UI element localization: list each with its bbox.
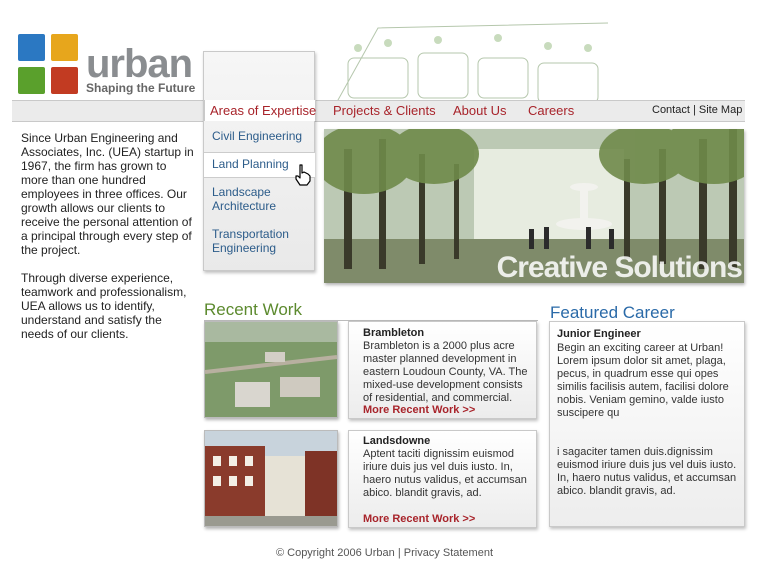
nav-projects-clients[interactable]: Projects & Clients [333, 103, 436, 118]
card-body: Aptent taciti dignissim euismod iriure d… [363, 448, 527, 499]
logo-tile-yellow [51, 34, 78, 61]
recent-work-card-landsdowne: Landsdowne Aptent taciti dignissim euism… [348, 430, 537, 528]
hero-banner: Creative Solutions [324, 129, 744, 283]
featured-career-heading: Featured Career [550, 303, 675, 322]
dropdown-landscape-architecture[interactable]: Landscape Architecture [212, 185, 292, 213]
site-map-link[interactable]: Site Map [699, 104, 742, 116]
hero-caption: Creative Solutions [496, 251, 743, 283]
recent-work-card-brambleton: Brambleton Brambleton is a 2000 plus acr… [348, 321, 537, 419]
dropdown-transportation-engineering[interactable]: Transportation Engineering [212, 227, 302, 255]
recent-work-heading: Recent Work [204, 300, 302, 319]
logo-wordmark: urban [86, 42, 193, 86]
nav-careers[interactable]: Careers [528, 103, 574, 118]
landsdowne-thumbnail[interactable] [204, 430, 338, 527]
card-title: Brambleton [363, 327, 425, 339]
util-separator: | [692, 104, 696, 116]
logo-tile-blue [18, 34, 45, 61]
career-description-2: i sagaciter tamen duis.dignissim euismod… [557, 446, 737, 497]
featured-career-card: Junior Engineer Begin an exciting career… [549, 321, 745, 527]
career-title[interactable]: Junior Engineer [557, 328, 641, 340]
hand-cursor-icon [294, 164, 312, 191]
brambleton-thumbnail[interactable] [204, 321, 338, 418]
more-recent-work-link[interactable]: More Recent Work >> [363, 404, 475, 416]
intro-paragraph-2: Through diverse experience, teamwork and… [21, 271, 187, 341]
card-title: Landsdowne [363, 435, 431, 447]
more-recent-work-link[interactable]: More Recent Work >> [363, 513, 475, 525]
copyright-text: © Copyright 2006 Urban [275, 547, 395, 559]
logo-tagline: Shaping the Future [86, 81, 196, 95]
utility-links: Contact | Site Map [652, 104, 742, 116]
card-body: Brambleton is a 2000 plus acre master pl… [363, 340, 528, 404]
intro-paragraph-1: Since Urban Engineering and Associates, … [21, 131, 194, 257]
logo-tile-red [51, 67, 78, 94]
contact-link[interactable]: Contact [652, 104, 690, 116]
footer: © Copyright 2006 Urban | Privacy Stateme… [0, 547, 769, 559]
nav-about-us[interactable]: About Us [453, 103, 506, 118]
privacy-statement-link[interactable]: Privacy Statement [404, 547, 493, 559]
nav-areas-of-expertise[interactable]: Areas of Expertise [210, 103, 316, 118]
footer-separator: | [397, 547, 401, 559]
dropdown-civil-engineering[interactable]: Civil Engineering [212, 129, 312, 143]
logo-tile-green [18, 67, 45, 94]
career-description-1: Begin an exciting career at Urban! Lorem… [557, 342, 729, 419]
